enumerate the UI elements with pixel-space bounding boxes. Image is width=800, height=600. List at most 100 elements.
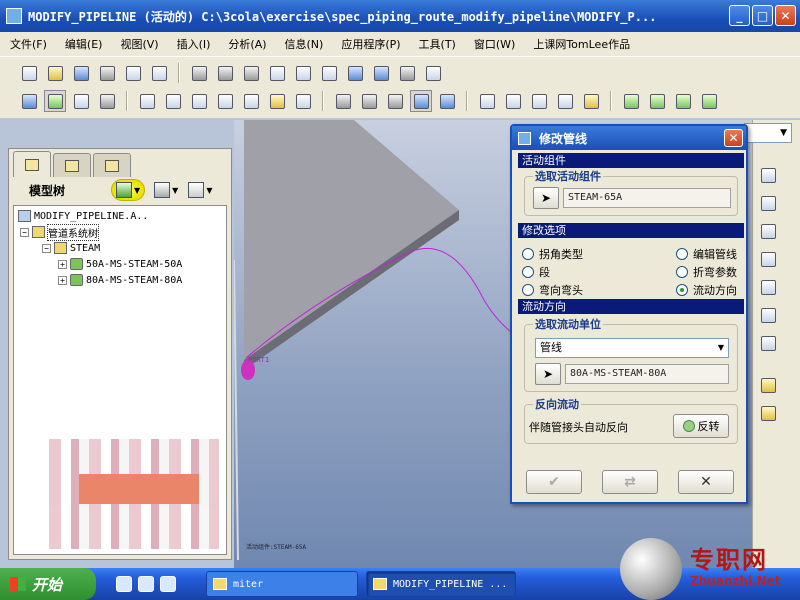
menu-info[interactable]: 信息(N) xyxy=(285,36,324,52)
menu-insert[interactable]: 插入(I) xyxy=(177,36,211,52)
reverse-button[interactable]: 反转 xyxy=(673,414,729,438)
pipe-sketch-icon[interactable] xyxy=(698,90,720,112)
flow-unit-field[interactable]: 80A-MS-STEAM-80A xyxy=(565,364,729,384)
tree-node-assembly[interactable]: MODIFY_PIPELINE.A.. xyxy=(18,208,148,224)
pipe-edit-icon[interactable] xyxy=(672,90,694,112)
pipe-route-icon[interactable] xyxy=(620,90,642,112)
annotation-icon[interactable] xyxy=(580,90,602,112)
saved-views-icon[interactable] xyxy=(240,90,262,112)
csys-tool-icon[interactable] xyxy=(757,332,779,354)
ie-browser-icon[interactable] xyxy=(138,576,154,592)
cancel-button[interactable]: ✕ xyxy=(678,470,734,494)
datum-axis-tool-icon[interactable] xyxy=(757,220,779,242)
regenerate-icon[interactable] xyxy=(344,62,366,84)
radio-segment[interactable]: 段 xyxy=(522,264,550,280)
tab-favorites[interactable] xyxy=(93,153,131,177)
menu-analysis[interactable]: 分析(A) xyxy=(228,36,266,52)
redo-icon[interactable] xyxy=(214,62,236,84)
hidden-line-icon[interactable] xyxy=(358,90,380,112)
flow-unit-select[interactable]: 管线 ▼ xyxy=(535,338,729,358)
menu-author[interactable]: 上课网TomLee作品 xyxy=(533,36,630,52)
datum-points-icon[interactable] xyxy=(528,90,550,112)
spin-center-icon[interactable] xyxy=(70,90,92,112)
radio-flow-direction[interactable]: 流动方向 xyxy=(676,282,737,298)
task-miter[interactable]: miter xyxy=(206,571,358,597)
mail-icon[interactable] xyxy=(122,62,144,84)
datum-display-icon[interactable] xyxy=(44,90,66,112)
radio-bend-to-elbow[interactable]: 弯向弯头 xyxy=(522,282,583,298)
maximize-button[interactable]: □ xyxy=(752,5,773,26)
tree-settings-button[interactable]: ▼ xyxy=(187,179,213,201)
wireframe-icon[interactable] xyxy=(332,90,354,112)
tree-columns-button[interactable]: ▼ xyxy=(153,179,179,201)
component-insert-icon[interactable] xyxy=(757,374,779,396)
sketch-icon[interactable] xyxy=(18,90,40,112)
dialog-close-button[interactable]: ✕ xyxy=(724,129,743,147)
coordinate-systems-icon[interactable] xyxy=(554,90,576,112)
minimize-button[interactable]: _ xyxy=(729,5,750,26)
collapse-toggle[interactable]: − xyxy=(20,227,29,237)
find-icon[interactable] xyxy=(396,62,418,84)
component-create-icon[interactable] xyxy=(757,402,779,424)
layers-icon[interactable] xyxy=(266,90,288,112)
datum-axes-icon[interactable] xyxy=(502,90,524,112)
ok-button[interactable]: ✔ xyxy=(526,470,582,494)
sketched-curve-icon[interactable] xyxy=(757,248,779,270)
mail-attach-icon[interactable] xyxy=(148,62,170,84)
shading-icon[interactable] xyxy=(96,90,118,112)
view-manager-icon[interactable] xyxy=(292,90,314,112)
menu-tools[interactable]: 工具(T) xyxy=(419,36,456,52)
shaded-icon[interactable] xyxy=(410,90,432,112)
tree-node-steam[interactable]: − STEAM xyxy=(42,240,100,256)
close-window-button[interactable]: ✕ xyxy=(775,5,796,26)
menu-view[interactable]: 视图(V) xyxy=(120,36,158,52)
filter-combo[interactable]: ▼ xyxy=(744,123,792,143)
select-flow-unit-button[interactable]: ➤ xyxy=(535,363,561,385)
collapse-toggle[interactable]: − xyxy=(42,243,51,253)
select-active-component-button[interactable]: ➤ xyxy=(533,187,559,209)
start-button[interactable]: 开始 xyxy=(0,568,96,600)
no-hidden-icon[interactable] xyxy=(384,90,406,112)
offset-point-icon[interactable] xyxy=(757,304,779,326)
media-icon[interactable] xyxy=(160,576,176,592)
spin-icon[interactable] xyxy=(436,90,458,112)
copy-icon[interactable] xyxy=(266,62,288,84)
menu-file[interactable]: 文件(F) xyxy=(10,36,47,52)
menu-applications[interactable]: 应用程序(P) xyxy=(341,36,400,52)
open-folder-icon[interactable] xyxy=(44,62,66,84)
reorient-icon[interactable] xyxy=(214,90,236,112)
refit-icon[interactable] xyxy=(188,90,210,112)
paste-icon[interactable] xyxy=(292,62,314,84)
radio-bend-parameters[interactable]: 折弯参数 xyxy=(676,264,737,280)
tab-model-tree[interactable] xyxy=(13,151,51,177)
datum-curve-icon[interactable] xyxy=(757,164,779,186)
radio-edit-pipeline[interactable]: 编辑管线 xyxy=(676,246,737,262)
datum-planes-icon[interactable] xyxy=(476,90,498,112)
print-icon[interactable] xyxy=(96,62,118,84)
tree-view-button[interactable]: ▼ xyxy=(111,179,146,201)
new-file-icon[interactable] xyxy=(18,62,40,84)
undo-icon[interactable] xyxy=(188,62,210,84)
expand-toggle[interactable]: + xyxy=(58,259,67,269)
task-modify-pipeline[interactable]: MODIFY_PIPELINE ... xyxy=(366,571,516,597)
menu-window[interactable]: 窗口(W) xyxy=(474,36,515,52)
datum-point-tool-icon[interactable] xyxy=(757,276,779,298)
tree-node-pipeline-80a[interactable]: + 80A-MS-STEAM-80A xyxy=(58,272,182,288)
expand-toggle[interactable]: + xyxy=(58,275,67,285)
active-component-field[interactable]: STEAM-65A xyxy=(563,188,731,208)
save-icon[interactable] xyxy=(70,62,92,84)
paste-special-icon[interactable] xyxy=(318,62,340,84)
apply-button[interactable]: ⇄ xyxy=(602,470,658,494)
tab-folder-browser[interactable] xyxy=(53,153,91,177)
tree-node-pipeline-system[interactable]: − 管道系统树 xyxy=(20,223,99,241)
select-box-icon[interactable] xyxy=(422,62,444,84)
regenerate-manager-icon[interactable] xyxy=(370,62,392,84)
pipe-extend-icon[interactable] xyxy=(646,90,668,112)
datum-plane-tool-icon[interactable] xyxy=(757,192,779,214)
zoom-in-icon[interactable] xyxy=(136,90,158,112)
radio-corner-type[interactable]: 拐角类型 xyxy=(522,246,583,262)
zoom-out-icon[interactable] xyxy=(162,90,184,112)
menu-edit[interactable]: 编辑(E) xyxy=(65,36,103,52)
cut-icon[interactable] xyxy=(240,62,262,84)
show-desktop-icon[interactable] xyxy=(116,576,132,592)
